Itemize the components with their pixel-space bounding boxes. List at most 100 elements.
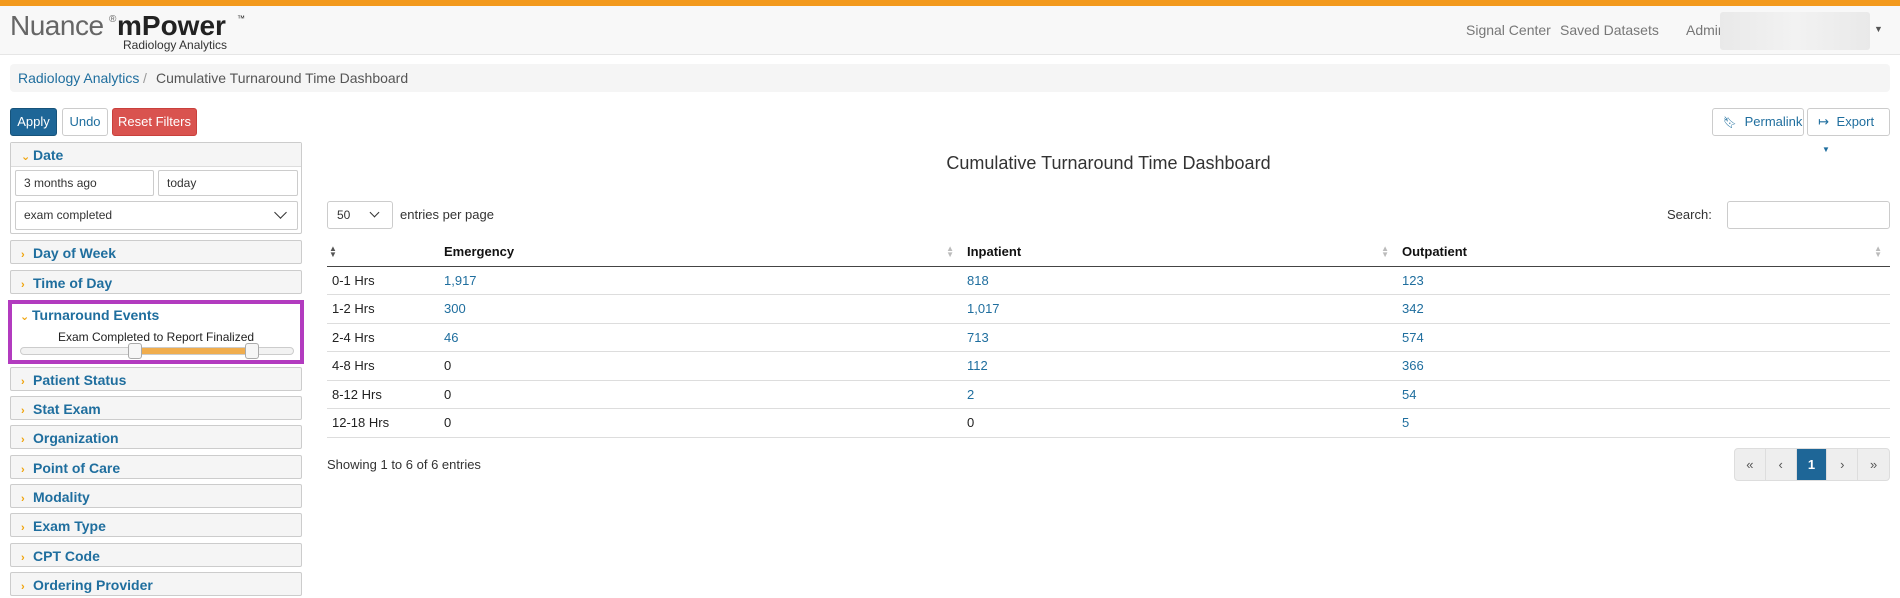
cell-inpatient[interactable]: 2	[962, 380, 1397, 409]
sort-icon: ▲ ▼	[1381, 244, 1389, 259]
cell-outpatient[interactable]: 574	[1397, 323, 1890, 352]
cell-bucket: 8-12 Hrs	[327, 380, 439, 409]
cell-inpatient[interactable]: 112	[962, 351, 1397, 381]
filter-stat-exam-label: Stat Exam	[33, 401, 101, 417]
reset-filters-button[interactable]: Reset Filters	[112, 108, 197, 136]
chevron-right-icon: ›	[21, 434, 25, 446]
cell-outpatient[interactable]: 54	[1397, 380, 1890, 409]
pagination-last[interactable]: »	[1858, 449, 1889, 480]
table-info: Showing 1 to 6 of 6 entries	[327, 457, 481, 472]
table-header-row: ▲ ▼ Emergency ▲ ▼ Inpatient ▲ ▼ Outpatient ▲ ▼	[327, 237, 1890, 267]
nav-saved-datasets[interactable]: Saved Datasets	[1560, 22, 1659, 38]
turnaround-slider[interactable]	[20, 343, 294, 359]
pagination-previous[interactable]: ‹	[1766, 449, 1797, 480]
cell-outpatient[interactable]: 366	[1397, 351, 1890, 381]
brand-name: Nuance	[10, 10, 104, 41]
cell-inpatient[interactable]: 1,017	[962, 294, 1397, 324]
cell-emergency[interactable]: 46	[439, 323, 962, 352]
filter-date-header[interactable]: ⌄ Date	[11, 143, 301, 167]
chevron-down-icon: ⌄	[21, 151, 31, 163]
slider-handle-end[interactable]	[245, 343, 260, 359]
cell-emergency: 0	[439, 380, 962, 409]
filter-time-of-day[interactable]: › Time of Day	[10, 270, 302, 294]
column-header-bucket[interactable]: ▲ ▼	[327, 237, 439, 267]
brand-logo[interactable]: Nuance ® mPower ™ Radiology Analytics	[10, 8, 260, 53]
breadcrumb-radiology-analytics[interactable]: Radiology Analytics	[18, 70, 139, 86]
search-input[interactable]	[1727, 201, 1890, 229]
chevron-right-icon: ›	[21, 279, 25, 291]
permalink-button[interactable]: 🔖︎ Permalink	[1712, 108, 1804, 136]
column-header-emergency[interactable]: Emergency ▲ ▼	[439, 237, 962, 267]
nav-signal-center[interactable]: Signal Center	[1466, 22, 1551, 38]
chevron-right-icon: ›	[21, 581, 25, 593]
cell-bucket: 1-2 Hrs	[327, 294, 439, 324]
breadcrumb: Radiology Analytics / Cumulative Turnaro…	[10, 64, 1890, 92]
dashboard-title: Cumulative Turnaround Time Dashboard	[946, 153, 1271, 173]
column-header-outpatient[interactable]: Outpatient ▲ ▼	[1397, 237, 1890, 267]
cell-emergency[interactable]: 300	[439, 294, 962, 324]
cell-inpatient: 0	[962, 408, 1397, 438]
export-icon: ↦	[1818, 114, 1829, 129]
column-header-inpatient[interactable]: Inpatient ▲ ▼	[962, 237, 1397, 267]
export-button[interactable]: ↦ Export ▼	[1807, 108, 1890, 154]
apply-button[interactable]: Apply	[10, 108, 57, 136]
cell-emergency: 0	[439, 408, 962, 438]
brand-trademark: ™	[237, 14, 245, 23]
chevron-down-icon	[274, 206, 287, 219]
table-row: 8-12 Hrs 0 2 54	[327, 380, 1890, 409]
slider-handle-start[interactable]	[128, 343, 143, 359]
cell-outpatient[interactable]: 123	[1397, 266, 1890, 295]
filter-modality[interactable]: › Modality	[10, 484, 302, 508]
cell-emergency: 0	[439, 351, 962, 381]
date-from-input[interactable]: 3 months ago	[15, 170, 154, 196]
chevron-right-icon: ›	[21, 552, 25, 564]
date-event-select[interactable]: exam completed	[15, 201, 298, 230]
caret-down-icon[interactable]: ▼	[1874, 24, 1883, 34]
pagination-first[interactable]: «	[1735, 449, 1766, 480]
filter-patient-status-label: Patient Status	[33, 372, 127, 388]
bookmark-icon: 🔖︎	[1723, 117, 1737, 129]
filter-point-of-care[interactable]: › Point of Care	[10, 455, 302, 479]
user-menu[interactable]	[1720, 12, 1870, 50]
cell-emergency[interactable]: 1,917	[439, 266, 962, 295]
filter-cpt-code-label: CPT Code	[33, 548, 100, 564]
column-header-label: Outpatient	[1402, 243, 1467, 259]
filter-point-of-care-label: Point of Care	[33, 460, 121, 476]
breadcrumb-separator: /	[143, 70, 147, 86]
sort-icon: ▲ ▼	[329, 244, 337, 259]
table-row: 1-2 Hrs 300 1,017 342	[327, 294, 1890, 324]
filter-day-of-week[interactable]: › Day of Week	[10, 240, 302, 264]
chevron-down-icon	[369, 207, 380, 218]
date-to-input[interactable]: today	[158, 170, 298, 196]
entries-per-page-select[interactable]: 50	[327, 201, 393, 229]
filter-organization[interactable]: › Organization	[10, 425, 302, 449]
undo-button[interactable]: Undo	[62, 108, 108, 136]
chevron-right-icon: ›	[21, 464, 25, 476]
cell-bucket: 0-1 Hrs	[327, 266, 439, 295]
cell-outpatient[interactable]: 5	[1397, 408, 1890, 438]
filter-turnaround-header[interactable]: ⌄ Turnaround Events	[20, 307, 159, 323]
filter-stat-exam[interactable]: › Stat Exam	[10, 396, 302, 420]
export-label: Export	[1836, 114, 1875, 129]
pagination: « ‹ 1 › »	[1734, 448, 1890, 481]
slider-label: Exam Completed to Report Finalized	[57, 330, 255, 344]
column-header-label: Emergency	[444, 243, 515, 259]
pagination-page-1[interactable]: 1	[1796, 449, 1828, 480]
filter-modality-label: Modality	[33, 489, 90, 505]
table-row: 12-18 Hrs 0 0 5	[327, 408, 1890, 438]
filter-cpt-code[interactable]: › CPT Code	[10, 543, 302, 567]
cell-inpatient[interactable]: 818	[962, 266, 1397, 295]
filter-organization-label: Organization	[33, 430, 119, 446]
sort-icon: ▲ ▼	[946, 244, 954, 259]
entries-per-page-label: entries per page	[400, 207, 494, 222]
cell-inpatient[interactable]: 713	[962, 323, 1397, 352]
filter-turnaround-label: Turnaround Events	[32, 307, 160, 323]
cell-outpatient[interactable]: 342	[1397, 294, 1890, 324]
filter-exam-type[interactable]: › Exam Type	[10, 513, 302, 537]
filter-patient-status[interactable]: › Patient Status	[10, 367, 302, 391]
pagination-next[interactable]: ›	[1827, 449, 1859, 480]
filter-ordering-provider[interactable]: › Ordering Provider	[10, 572, 302, 596]
filter-ordering-provider-label: Ordering Provider	[33, 577, 153, 593]
chevron-right-icon: ›	[21, 376, 25, 388]
cell-bucket: 12-18 Hrs	[327, 408, 439, 438]
